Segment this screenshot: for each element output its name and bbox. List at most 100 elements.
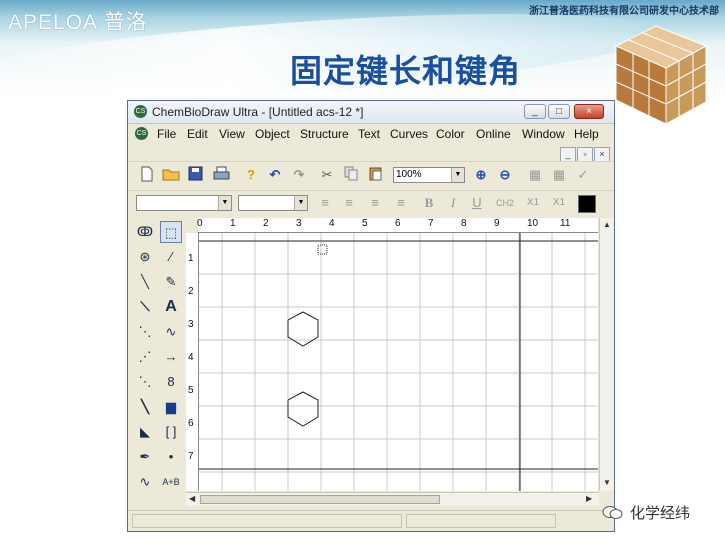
- size-select[interactable]: ▼: [238, 195, 308, 211]
- doc-minimize-button[interactable]: _: [560, 147, 576, 162]
- subscript-button[interactable]: X1: [524, 194, 542, 212]
- align-center-icon[interactable]: ≡: [340, 194, 358, 212]
- underline-button[interactable]: U: [468, 194, 486, 212]
- bracket-icon[interactable]: [ ]: [160, 421, 182, 443]
- chevron-down-icon: ▼: [451, 168, 464, 182]
- status-bar: [128, 510, 614, 531]
- bond-icon[interactable]: ╲: [134, 271, 156, 293]
- scroll-down-icon[interactable]: ▼: [603, 478, 611, 487]
- menu-view[interactable]: View: [219, 127, 245, 141]
- select-arrow-icon[interactable]: ⬚: [160, 221, 182, 243]
- horizontal-scrollbar[interactable]: ◀ ▶: [186, 492, 599, 506]
- ruler-tick-label: 1: [230, 218, 236, 229]
- scroll-right-icon[interactable]: ▶: [586, 494, 592, 503]
- wedge-bond-icon[interactable]: ╲: [134, 396, 156, 418]
- redo-icon[interactable]: ↷: [290, 166, 308, 184]
- apeloa-logo: APELOA 普洛: [8, 11, 148, 34]
- ruler-tick-label: 0: [197, 218, 203, 229]
- copy-icon[interactable]: [342, 166, 360, 184]
- bold-bond-icon[interactable]: ⟍: [134, 296, 156, 318]
- window-title: ChemBioDraw Ultra - [Untitled acs-12 *]: [152, 105, 364, 119]
- dashed-bond-icon[interactable]: ⋱: [134, 321, 156, 343]
- open-folder-icon[interactable]: [162, 166, 180, 184]
- menu-help[interactable]: Help: [574, 127, 599, 141]
- scroll-up-icon[interactable]: ▲: [603, 220, 611, 229]
- menu-file[interactable]: File: [157, 127, 176, 141]
- chemdraw-window: CS ChemBioDraw Ultra - [Untitled acs-12 …: [127, 100, 615, 532]
- undo-icon[interactable]: ↶: [266, 166, 284, 184]
- paste-icon[interactable]: [366, 166, 384, 184]
- menu-window[interactable]: Window: [522, 127, 565, 141]
- bold-button[interactable]: B: [420, 194, 438, 212]
- chevron-down-icon: ▼: [218, 196, 231, 210]
- menu-structure[interactable]: Structure: [300, 127, 349, 141]
- zoom-select[interactable]: 100% ▼: [393, 167, 465, 183]
- status-cell: [132, 514, 402, 528]
- menu-color[interactable]: Color: [436, 127, 465, 141]
- check-icon[interactable]: ✓: [574, 166, 592, 184]
- ruler-tick-label: 3: [296, 218, 302, 229]
- scroll-left-icon[interactable]: ◀: [189, 494, 195, 503]
- scroll-thumb[interactable]: [200, 495, 440, 504]
- hexagon-shape[interactable]: [287, 311, 319, 347]
- rotate-icon[interactable]: ⊛: [134, 246, 156, 268]
- menu-object[interactable]: Object: [255, 127, 290, 141]
- minimize-button[interactable]: _: [524, 104, 546, 119]
- vertical-scrollbar[interactable]: ▲ ▼: [599, 218, 614, 491]
- menu-text[interactable]: Text: [358, 127, 380, 141]
- wavy-line-icon[interactable]: ∿: [134, 471, 156, 493]
- close-button[interactable]: ×: [574, 104, 604, 119]
- orbital-icon[interactable]: 8: [160, 371, 182, 393]
- new-file-icon[interactable]: [138, 166, 156, 184]
- clean-structure-icon[interactable]: ▦: [526, 166, 544, 184]
- align-right-icon[interactable]: ≡: [366, 194, 384, 212]
- formula-button[interactable]: CH2: [496, 194, 514, 212]
- text-tool-icon[interactable]: A: [160, 296, 182, 318]
- ruler-tick-label: 7: [428, 218, 434, 229]
- arrow-icon[interactable]: →: [160, 346, 182, 368]
- pen-icon[interactable]: ✒: [134, 446, 156, 468]
- ruler-tick-label: 9: [494, 218, 500, 229]
- ruler-tick-label: 5: [362, 218, 368, 229]
- doc-close-button[interactable]: ×: [594, 147, 610, 162]
- eraser-icon[interactable]: ✎: [160, 271, 182, 293]
- zoom-out-icon[interactable]: ⊖: [496, 166, 514, 184]
- ruler-tick-label: 5: [188, 385, 194, 396]
- hashed-bond-icon[interactable]: ⋰: [134, 346, 156, 368]
- lasso-icon[interactable]: ↂ: [134, 221, 156, 243]
- zoom-in-icon[interactable]: ⊕: [472, 166, 490, 184]
- drawing-canvas[interactable]: [199, 233, 598, 491]
- document-controls: _ ▫ ×: [559, 144, 610, 162]
- cut-icon[interactable]: ✂: [318, 166, 336, 184]
- ruler-tick-label: 11: [560, 218, 571, 229]
- reaction-icon[interactable]: A+B: [160, 471, 182, 493]
- superscript-button[interactable]: X1: [550, 194, 568, 212]
- structure-to-name-icon[interactable]: ▦: [550, 166, 568, 184]
- ruler-tick-label: 6: [395, 218, 401, 229]
- ruler-tick-label: 2: [188, 286, 194, 297]
- hashed-wedge-icon[interactable]: ◣: [134, 421, 156, 443]
- charge-icon[interactable]: •: [160, 446, 182, 468]
- ruler-tick-label: 4: [188, 352, 194, 363]
- rectangle-icon[interactable]: ▆: [160, 396, 182, 418]
- horizontal-ruler: 0 1 2 3 4 5 6 7 8 9 10 11: [197, 218, 598, 233]
- menu-edit[interactable]: Edit: [187, 127, 208, 141]
- menu-online[interactable]: Online: [476, 127, 511, 141]
- italic-button[interactable]: I: [444, 194, 462, 212]
- wavy-bond-icon[interactable]: ⋱: [134, 371, 156, 393]
- mass-fragment-icon[interactable]: ⁄: [160, 246, 182, 268]
- app-icon: CS: [134, 105, 147, 118]
- document-icon[interactable]: CS: [135, 127, 148, 140]
- text-color-swatch[interactable]: [578, 195, 596, 213]
- justify-icon[interactable]: ≡: [392, 194, 410, 212]
- help-icon[interactable]: ?: [242, 166, 260, 184]
- menu-curves[interactable]: Curves: [390, 127, 428, 141]
- font-select[interactable]: ▼: [136, 195, 232, 211]
- print-icon[interactable]: [212, 166, 230, 184]
- maximize-button[interactable]: □: [548, 104, 570, 119]
- doc-restore-button[interactable]: ▫: [577, 147, 593, 162]
- chain-icon[interactable]: ∿: [160, 321, 182, 343]
- align-left-icon[interactable]: ≡: [316, 194, 334, 212]
- save-icon[interactable]: [186, 166, 204, 184]
- hexagon-shape[interactable]: [287, 391, 319, 427]
